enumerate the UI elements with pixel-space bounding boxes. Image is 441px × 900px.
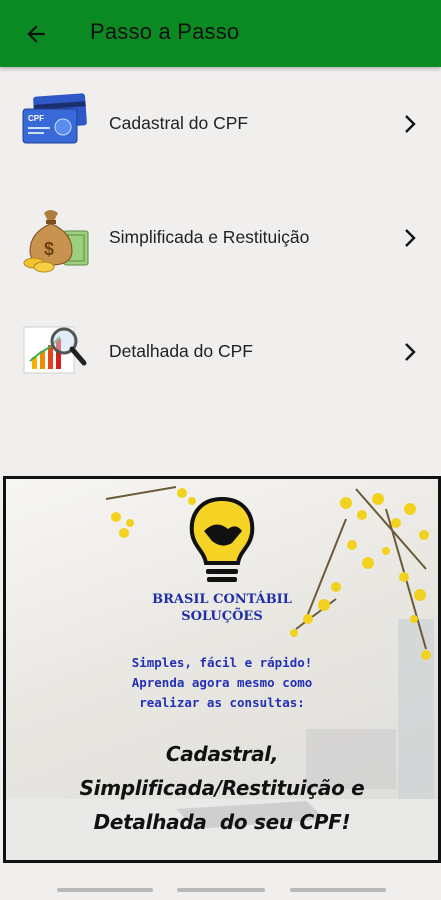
headline-line-2: Simplificada/Restituição e [79,776,365,800]
list-item-simplificada[interactable]: $ Simplificada e Restituição [0,181,441,295]
promo-banner[interactable]: BRASIL CONTÁBIL SOLUÇÕES Simples, fácil … [3,476,441,863]
headline-line-1: Cadastral, [165,742,279,766]
list-item-cadastral[interactable]: CPF Cadastral do CPF [0,67,441,181]
list-item-label: Simplificada e Restituição [109,227,310,247]
brand-name: BRASIL CONTÁBIL SOLUÇÕES [6,591,438,625]
headline-line-3: Detalhada do seu CPF! [93,810,351,834]
nav-back-button[interactable] [290,888,386,892]
back-button[interactable] [16,14,56,54]
list-item-label: Detalhada do CPF [109,341,253,361]
arrow-left-icon [27,25,45,43]
app-bar: Passo a Passo [0,0,441,67]
lightbulb-handshake-icon [189,496,255,582]
brand-line-1: BRASIL CONTÁBIL [152,592,292,607]
cpf-card-icon: CPF [22,93,87,144]
svg-text:CPF: CPF [28,114,44,123]
nav-home-button[interactable] [177,888,265,892]
tagline-line-1: Simples, fácil e rápido! [131,655,313,670]
page-title: Passo a Passo [90,19,240,44]
system-nav-bar [0,872,441,900]
svg-text:$: $ [44,239,54,259]
list-item-detalhada[interactable]: Detalhada do CPF [0,295,441,409]
tagline-line-2: Aprenda agora mesmo como [131,675,313,690]
chevron-right-icon [405,115,416,133]
list-item-label: Cadastral do CPF [109,113,249,133]
nav-recents-button[interactable] [57,888,153,892]
tagline-line-3: realizar as consultas: [139,695,305,710]
chevron-right-icon [405,343,416,361]
tagline: Simples, fácil e rápido! Aprenda agora m… [6,653,438,713]
money-bag-icon: $ [23,210,89,273]
brand-line-2: SOLUÇÕES [181,609,263,624]
headline: Cadastral, Simplificada/Restituição e De… [6,737,438,839]
step-list: CPF Cadastral do CPF $ Simplificada e Re… [0,67,441,409]
chevron-right-icon [405,229,416,247]
chart-magnifier-icon [23,326,87,374]
